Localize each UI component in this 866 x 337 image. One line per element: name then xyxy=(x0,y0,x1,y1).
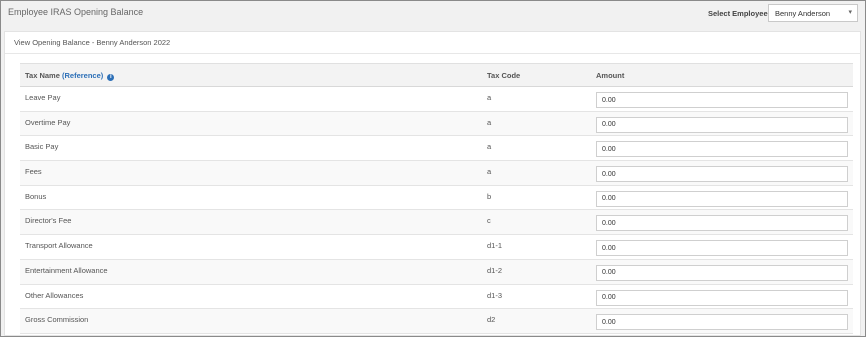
amount-input[interactable] xyxy=(596,215,848,232)
tax-name-cell: Transport Allowance xyxy=(25,241,93,251)
amount-input[interactable] xyxy=(596,240,848,257)
tax-code-cell: a xyxy=(487,142,492,152)
table-row: Fees a xyxy=(20,161,853,186)
table-row: Gross Commission d2 xyxy=(20,309,853,334)
amount-input[interactable] xyxy=(596,264,848,281)
tax-code-cell: c xyxy=(487,216,491,226)
tax-name-cell: Bonus xyxy=(25,191,47,201)
info-icon[interactable]: i xyxy=(107,74,115,81)
employee-select[interactable]: Benny Anderson ▾ xyxy=(768,4,858,22)
table-row: Director's Fee c xyxy=(20,210,853,236)
header-tax-name-label: Tax Name xyxy=(25,71,60,80)
tax-name-cell: Fees xyxy=(25,167,42,177)
amount-input[interactable] xyxy=(596,141,848,158)
page-title: Employee IRAS Opening Balance xyxy=(8,7,144,17)
reference-link[interactable]: (Reference) xyxy=(62,71,103,80)
tax-code-cell: a xyxy=(487,117,492,127)
tax-name-cell: Leave Pay xyxy=(25,93,61,102)
header-tax-code: Tax Code xyxy=(487,71,521,80)
opening-balance-table: Tax Name (Reference) i Tax Code Amount L… xyxy=(20,63,853,334)
table-row: Leave Pay a xyxy=(20,87,853,112)
tax-name-cell: Director's Fee xyxy=(25,216,72,226)
table-row: Overtime Pay a xyxy=(20,111,853,137)
employee-select-value: Benny Anderson xyxy=(775,9,831,18)
amount-input[interactable] xyxy=(596,314,848,331)
header-tax-name: Tax Name (Reference) i xyxy=(25,71,115,81)
tax-code-cell: b xyxy=(487,191,492,201)
table-row: Bonus b xyxy=(20,185,853,211)
chevron-down-icon: ▾ xyxy=(848,9,852,16)
table-row: Transport Allowance d1-1 xyxy=(20,235,853,260)
amount-input[interactable] xyxy=(596,116,848,133)
tax-code-cell: d2 xyxy=(487,315,496,325)
panel-title: View Opening Balance - Benny Anderson 20… xyxy=(14,38,171,47)
table-row: Basic Pay a xyxy=(20,136,853,162)
amount-input[interactable] xyxy=(596,92,848,108)
tax-code-cell: d1-1 xyxy=(487,241,503,251)
select-employee-label: Select Employee: xyxy=(708,9,771,18)
tax-code-cell: d1-2 xyxy=(487,265,503,275)
amount-input[interactable] xyxy=(596,190,848,207)
table-row: Other Allowances d1-3 xyxy=(20,284,853,310)
app-frame: Employee IRAS Opening Balance Select Emp… xyxy=(0,0,866,337)
tax-name-cell: Basic Pay xyxy=(25,142,59,152)
tax-name-cell: Overtime Pay xyxy=(25,117,71,127)
tax-code-cell: a xyxy=(487,167,492,177)
tax-code-cell: a xyxy=(487,93,492,102)
opening-balance-panel: View Opening Balance - Benny Anderson 20… xyxy=(4,31,861,336)
tax-code-cell: d1-3 xyxy=(487,290,503,300)
tax-name-cell: Gross Commission xyxy=(25,315,89,325)
table-body: Leave Pay a Overtime Pay a Basic Pay a Fees a Bo… xyxy=(20,87,853,334)
tax-name-cell: Other Allowances xyxy=(25,290,84,300)
table-header: Tax Name (Reference) i Tax Code Amount xyxy=(20,63,853,87)
tax-name-cell: Entertainment Allowance xyxy=(25,265,108,275)
amount-input[interactable] xyxy=(596,166,848,183)
page-header: Employee IRAS Opening Balance Select Emp… xyxy=(1,1,865,29)
panel-heading: View Opening Balance - Benny Anderson 20… xyxy=(5,32,860,54)
amount-input[interactable] xyxy=(596,289,848,306)
header-amount: Amount xyxy=(596,71,625,80)
table-row: Entertainment Allowance d1-2 xyxy=(20,259,853,285)
